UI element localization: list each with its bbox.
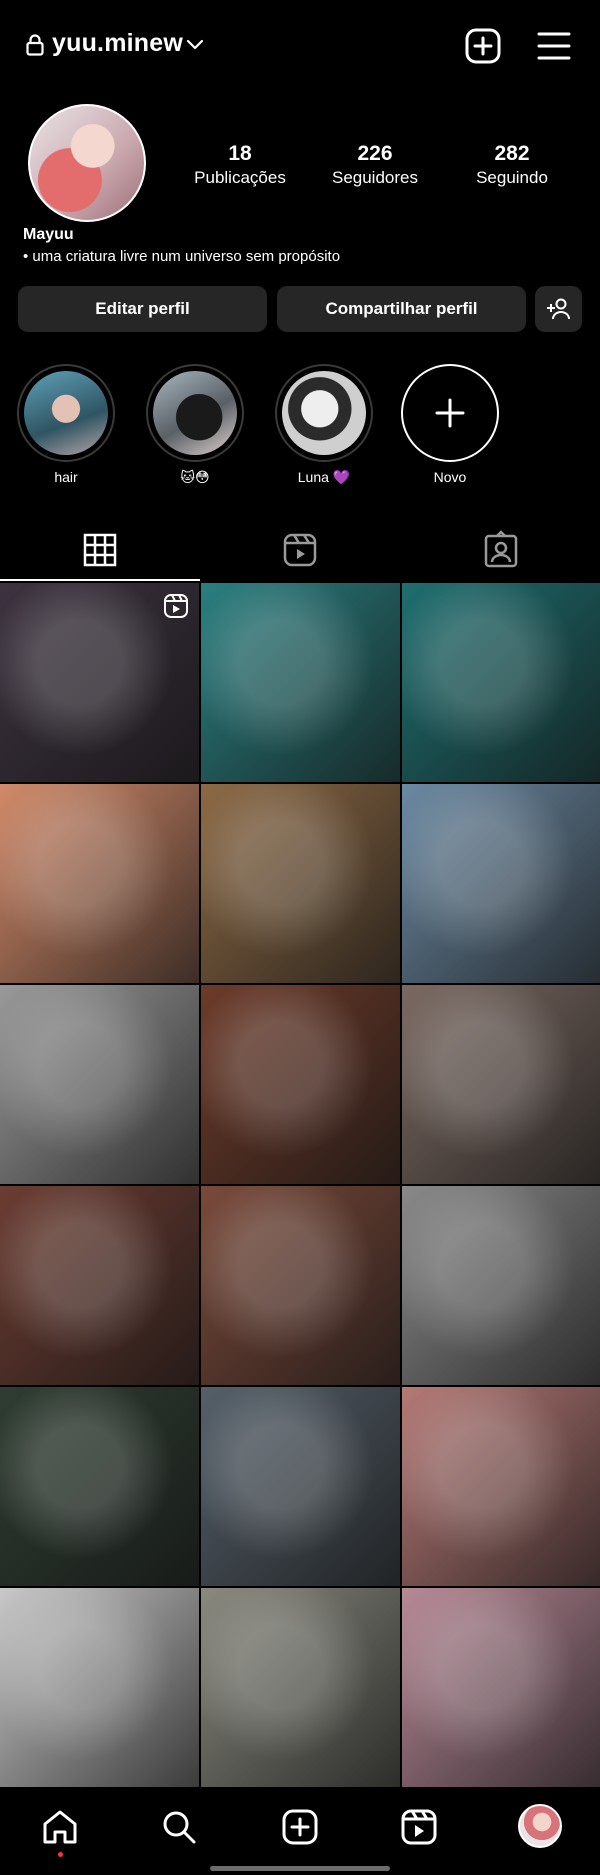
tagged-icon[interactable]	[481, 530, 521, 570]
reel-badge-icon	[164, 594, 188, 618]
profile-bio: • uma criatura livre num universo sem pr…	[23, 248, 341, 265]
highlight-new[interactable]: Novo	[398, 364, 502, 485]
home-indicator[interactable]	[210, 1866, 390, 1871]
grid-post[interactable]	[402, 1387, 600, 1586]
grid-post[interactable]	[201, 1186, 400, 1385]
posts-label: Publicações	[194, 168, 286, 187]
highlight-ring	[275, 364, 373, 462]
highlight-image	[282, 371, 366, 455]
post-grid	[0, 583, 600, 1787]
grid-post[interactable]	[0, 1186, 199, 1385]
highlight-cat[interactable]: 🐱😳	[143, 364, 247, 486]
username[interactable]: yuu.minew	[52, 29, 183, 58]
highlight-image	[153, 371, 237, 455]
highlight-label: Luna 💜	[297, 469, 351, 485]
grid-post[interactable]	[201, 784, 400, 983]
profile-tabs	[0, 520, 600, 582]
followers-label: Seguidores	[331, 168, 418, 187]
add-person-icon	[546, 298, 570, 320]
highlight-ring	[146, 364, 244, 462]
grid-icon[interactable]	[80, 530, 120, 570]
grid-post[interactable]	[402, 583, 600, 782]
posts-count: 18	[228, 142, 252, 165]
highlight-ring	[17, 364, 115, 462]
grid-post[interactable]	[402, 1186, 600, 1385]
add-post-icon[interactable]	[465, 28, 501, 64]
create-icon[interactable]	[281, 1808, 319, 1846]
grid-post[interactable]	[0, 784, 199, 983]
home-icon[interactable]	[41, 1808, 79, 1846]
highlight-label: Novo	[433, 469, 467, 485]
grid-post[interactable]	[0, 583, 199, 782]
stat-followers[interactable]: 226 Seguidores	[305, 141, 445, 189]
share-profile-button[interactable]: Compartilhar perfil	[277, 286, 526, 332]
menu-icon[interactable]	[536, 30, 572, 62]
grid-post[interactable]	[402, 1588, 600, 1787]
active-tab-indicator	[0, 579, 200, 581]
highlight-image	[24, 371, 108, 455]
grid-post[interactable]	[201, 583, 400, 782]
grid-post[interactable]	[201, 1588, 400, 1787]
chevron-down-icon[interactable]	[186, 38, 204, 52]
followers-count: 226	[357, 142, 393, 165]
grid-post[interactable]	[0, 985, 199, 1184]
notification-dot	[58, 1852, 63, 1857]
grid-post[interactable]	[0, 1387, 199, 1586]
highlight-luna[interactable]: Luna 💜	[272, 364, 376, 486]
plus-icon	[435, 398, 465, 428]
avatar-image	[30, 106, 144, 220]
profile-avatar[interactable]	[518, 1804, 562, 1848]
grid-post[interactable]	[201, 985, 400, 1184]
grid-post[interactable]	[201, 1387, 400, 1586]
edit-profile-button[interactable]: Editar perfil	[18, 286, 267, 332]
stat-following[interactable]: 282 Seguindo	[442, 141, 582, 189]
grid-post[interactable]	[0, 1588, 199, 1787]
reels-icon[interactable]	[280, 530, 320, 570]
grid-post[interactable]	[402, 784, 600, 983]
following-label: Seguindo	[476, 168, 548, 187]
new-highlight-ring	[401, 364, 499, 462]
profile-name: Mayuu	[23, 226, 74, 243]
lock-icon	[26, 34, 44, 56]
profile-header: yuu.minew	[0, 0, 600, 95]
highlight-hair[interactable]: hair	[14, 364, 118, 485]
highlight-label: hair	[54, 469, 78, 485]
following-count: 282	[494, 142, 530, 165]
reels-icon[interactable]	[400, 1808, 438, 1846]
add-person-button[interactable]	[535, 286, 582, 332]
stat-posts[interactable]: 18 Publicações	[170, 141, 310, 189]
highlight-label: 🐱😳	[180, 469, 210, 485]
profile-avatar[interactable]	[28, 104, 146, 222]
bottom-navigation	[0, 1790, 600, 1875]
grid-post[interactable]	[402, 985, 600, 1184]
search-icon[interactable]	[160, 1808, 198, 1846]
